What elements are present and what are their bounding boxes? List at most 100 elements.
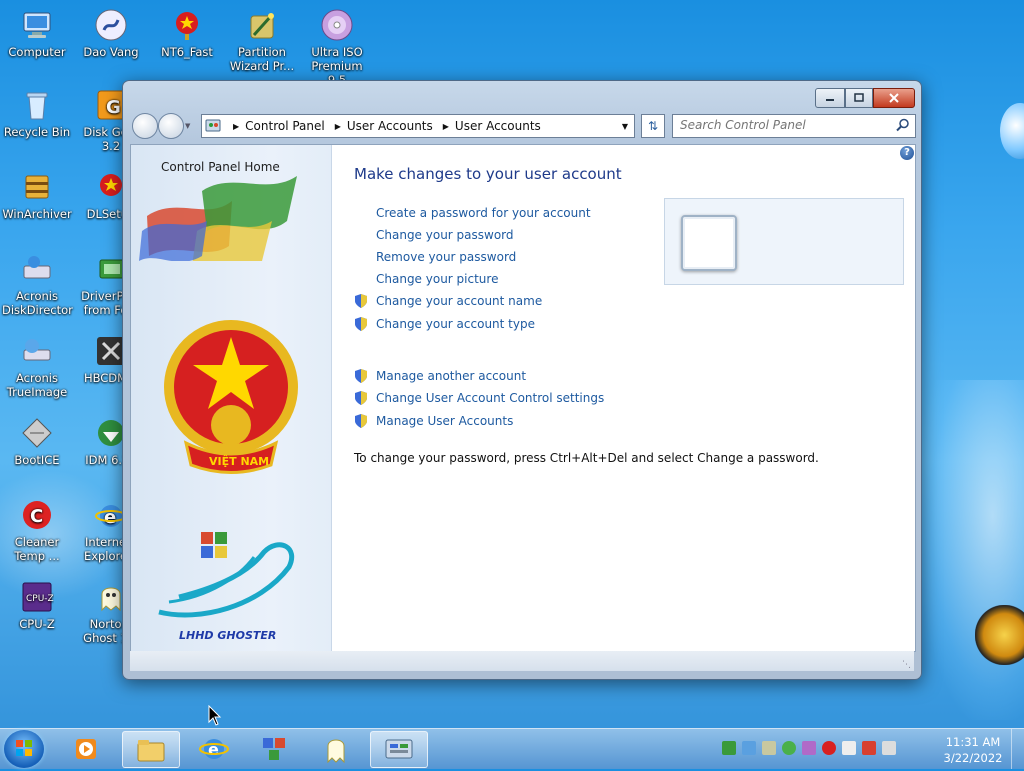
breadcrumb-arrow-icon: ▶ bbox=[233, 121, 240, 131]
change-password-link[interactable]: Change your password bbox=[376, 228, 514, 242]
vietnam-emblem-logo: VIỆT NAM bbox=[164, 320, 298, 474]
play-tray-icon[interactable] bbox=[782, 741, 796, 755]
create-password-link[interactable]: Create a password for your account bbox=[376, 206, 591, 220]
remove-password-link[interactable]: Remove your password bbox=[376, 250, 516, 264]
manage-user-accounts-link[interactable]: Manage User Accounts bbox=[376, 414, 513, 428]
left-pane: Control Panel Home VIỆT NAM LHHD GHOSTER bbox=[131, 145, 332, 651]
ghoster-dove-logo: LHHD GHOSTER bbox=[158, 532, 295, 642]
desktop-icon-acronis-diskdirector[interactable]: Acronis DiskDirector bbox=[2, 252, 73, 317]
page-title: Make changes to your user account bbox=[354, 165, 622, 183]
resize-grip-icon[interactable]: ⋱ bbox=[902, 660, 911, 670]
taskbar-unikey[interactable] bbox=[246, 731, 302, 766]
desktop-icon-bootice[interactable]: BootICE bbox=[2, 416, 72, 467]
change-picture-link[interactable]: Change your picture bbox=[376, 272, 498, 286]
show-desktop-button[interactable] bbox=[1011, 729, 1024, 769]
ccleaner-icon: C bbox=[23, 501, 51, 529]
desktop-icon-ultraiso[interactable]: Ultra ISO Premium 9.5 bbox=[302, 8, 372, 87]
desktop-icon-cpu-z[interactable]: CPU-Z CPU-Z bbox=[2, 580, 72, 631]
control-panel-home-link[interactable]: Control Panel Home bbox=[161, 160, 280, 174]
uac-shield-icon bbox=[355, 369, 367, 383]
taskbar-explorer[interactable] bbox=[122, 731, 180, 768]
security-tray-icon[interactable] bbox=[742, 741, 756, 755]
status-bar: ⋱ bbox=[130, 651, 914, 671]
uac-shield-icon bbox=[355, 317, 367, 331]
breadcrumb-control-panel[interactable]: Control Panel bbox=[245, 119, 325, 133]
back-button[interactable] bbox=[132, 113, 158, 139]
clock-time: 11:31 AM bbox=[945, 735, 1001, 749]
refresh-icon: ⇅ bbox=[647, 119, 659, 133]
navigation-bar: ▼ ▶ Control Panel ▶ User Accounts ▶ User… bbox=[129, 113, 916, 139]
cpu-z-icon: CPU-Z bbox=[22, 582, 54, 612]
taskbar-control-panel[interactable] bbox=[370, 731, 428, 768]
clock[interactable]: 11:31 AM 3/22/2022 bbox=[940, 734, 1006, 766]
mouse-cursor-icon bbox=[208, 705, 222, 726]
folder-icon bbox=[137, 739, 165, 761]
wizard-wand-icon bbox=[250, 13, 274, 39]
clock-date: 3/22/2022 bbox=[943, 751, 1003, 765]
search-input[interactable] bbox=[673, 115, 880, 135]
content-area: Control Panel Home VIỆT NAM LHHD GHOSTER… bbox=[130, 144, 916, 652]
forward-button[interactable] bbox=[158, 113, 184, 139]
search-icon[interactable] bbox=[896, 118, 910, 132]
desktop-icon-computer[interactable]: Computer bbox=[2, 8, 72, 59]
close-button[interactable] bbox=[873, 88, 915, 108]
taskbar-media-player[interactable] bbox=[58, 731, 114, 766]
address-bar[interactable]: ▶ Control Panel ▶ User Accounts ▶ User A… bbox=[201, 114, 635, 138]
svg-text:C: C bbox=[30, 506, 43, 527]
network-status-icon[interactable] bbox=[862, 741, 876, 755]
uac-shield-icon bbox=[355, 294, 367, 308]
control-panel-icon bbox=[205, 119, 221, 132]
breadcrumb-arrow-icon[interactable]: ▶ bbox=[443, 122, 449, 131]
internet-explorer-icon: e bbox=[199, 738, 229, 759]
recent-pages-dropdown[interactable]: ▼ bbox=[185, 122, 190, 130]
breadcrumb-user-accounts[interactable]: User Accounts bbox=[347, 119, 433, 133]
minimize-icon bbox=[826, 99, 834, 101]
desktop-icon-winarchiver[interactable]: WinArchiver bbox=[2, 170, 72, 221]
desktop-icon-acronis-trueimage[interactable]: Acronis TrueImage bbox=[2, 334, 72, 399]
svg-text:G: G bbox=[106, 97, 121, 118]
true-image-icon bbox=[23, 339, 51, 361]
tools-tray-icon[interactable] bbox=[802, 741, 816, 755]
search-box[interactable] bbox=[672, 114, 916, 138]
taskbar-norton-ghost[interactable] bbox=[308, 731, 364, 766]
archive-icon bbox=[25, 175, 49, 199]
action-center-flag-icon[interactable] bbox=[842, 741, 856, 755]
change-account-name-link[interactable]: Change your account name bbox=[376, 294, 542, 308]
desktop-icon-nt6-fast[interactable]: NT6_Fast bbox=[152, 8, 222, 59]
dao-vang-icon bbox=[95, 9, 127, 41]
usb-tray-icon[interactable] bbox=[762, 741, 776, 755]
windows-flag-logo bbox=[139, 176, 297, 261]
start-button[interactable] bbox=[4, 730, 44, 768]
volume-muted-icon[interactable] bbox=[882, 741, 896, 755]
user-picture-panel bbox=[664, 198, 904, 285]
help-icon[interactable]: ? bbox=[900, 146, 914, 160]
ghost-icon bbox=[327, 739, 345, 763]
taskbar-internet-explorer[interactable]: e bbox=[186, 731, 242, 766]
minimize-button[interactable] bbox=[815, 88, 845, 108]
desktop-icon-partition-wizard[interactable]: Partition Wizard Pr... bbox=[227, 8, 297, 73]
computer-icon bbox=[23, 12, 51, 38]
desktop-wallpaper-water bbox=[920, 380, 1024, 720]
wallpaper-globe bbox=[1000, 103, 1024, 159]
breadcrumb-user-accounts-current[interactable]: User Accounts bbox=[455, 119, 541, 133]
user-avatar[interactable] bbox=[681, 215, 737, 271]
password-change-note: To change your password, press Ctrl+Alt+… bbox=[354, 451, 819, 465]
ghoster-logo-text: LHHD GHOSTER bbox=[179, 629, 276, 642]
address-dropdown-icon[interactable]: ▼ bbox=[622, 122, 628, 131]
flag-vn-tray-icon[interactable] bbox=[822, 741, 836, 755]
maximize-button[interactable] bbox=[845, 88, 873, 108]
svg-text:e: e bbox=[208, 740, 219, 759]
uac-settings-link[interactable]: Change User Account Control settings bbox=[376, 391, 604, 405]
desktop-icon-cleaner-temp[interactable]: C Cleaner Temp ... bbox=[2, 498, 72, 563]
desktop-icon-dao-vang[interactable]: Dao Vang bbox=[76, 8, 146, 59]
breadcrumb-arrow-icon[interactable]: ▶ bbox=[335, 122, 341, 131]
change-account-type-link[interactable]: Change your account type bbox=[376, 317, 535, 331]
desktop-icon-recycle-bin[interactable]: Recycle Bin bbox=[2, 88, 72, 139]
unikey-icon bbox=[263, 737, 285, 760]
svg-text:CPU-Z: CPU-Z bbox=[26, 594, 54, 604]
control-panel-window[interactable]: ▼ ▶ Control Panel ▶ User Accounts ▶ User… bbox=[122, 80, 922, 680]
network-tray-icon[interactable] bbox=[722, 741, 736, 755]
refresh-button[interactable]: ⇅ bbox=[641, 114, 665, 138]
vietnam-flag-icon bbox=[176, 12, 198, 40]
manage-another-account-link[interactable]: Manage another account bbox=[376, 369, 526, 383]
